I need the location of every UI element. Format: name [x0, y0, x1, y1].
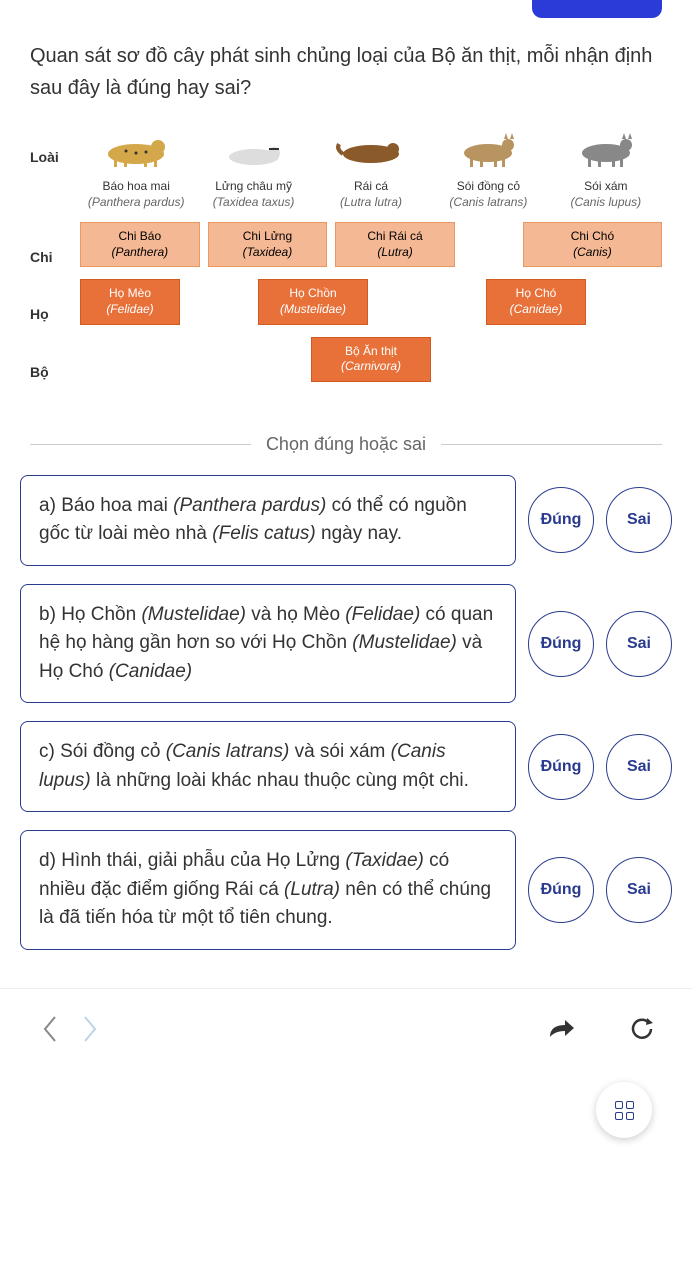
answer-row: c) Sói đồng cỏ (Canis latrans) và sói xá… — [20, 721, 672, 812]
order-box: Bộ Ăn thịt(Carnivora) — [311, 337, 431, 382]
top-bar — [0, 0, 692, 20]
grid-icon — [615, 1101, 634, 1120]
family-box: Họ Chó(Canidae) — [486, 279, 586, 324]
leopard-image — [91, 124, 181, 174]
row-label-genus: Chi — [30, 224, 80, 265]
chevron-left-icon — [40, 1014, 60, 1044]
wolf-image — [561, 124, 651, 174]
genus-box: Chi Rái cá(Lutra) — [335, 222, 455, 267]
refresh-icon — [629, 1016, 655, 1042]
species-item: Rái cá(Lutra lutra) — [315, 124, 427, 210]
species-item: Lửng châu mỹ(Taxidea taxus) — [197, 124, 309, 210]
answer-text-b: b) Họ Chồn (Mustelidae) và họ Mèo (Felid… — [20, 584, 516, 704]
true-button[interactable]: Đúng — [528, 857, 594, 923]
true-button[interactable]: Đúng — [528, 734, 594, 800]
answer-text-a: a) Báo hoa mai (Panthera pardus) có thể … — [20, 475, 516, 566]
false-button[interactable]: Sai — [606, 487, 672, 553]
top-blue-accent — [532, 0, 662, 18]
bottom-nav — [0, 988, 692, 1069]
share-button[interactable] — [542, 1009, 582, 1049]
answer-text-c: c) Sói đồng cỏ (Canis latrans) và sói xá… — [20, 721, 516, 812]
row-label-family: Họ — [30, 281, 80, 322]
chevron-right-icon — [80, 1014, 100, 1044]
true-button[interactable]: Đúng — [528, 487, 594, 553]
share-icon — [547, 1017, 577, 1041]
false-button[interactable]: Sai — [606, 857, 672, 923]
genus-box: Chi Lửng(Taxidea) — [208, 222, 328, 267]
answer-row: b) Họ Chồn (Mustelidae) và họ Mèo (Felid… — [20, 584, 672, 704]
species-row: Loài Báo hoa mai(Panthera pardus) Lửng c… — [30, 124, 662, 210]
species-item: Sói đồng cỏ(Canis latrans) — [432, 124, 544, 210]
false-button[interactable]: Sai — [606, 611, 672, 677]
answer-row: a) Báo hoa mai (Panthera pardus) có thể … — [20, 475, 672, 566]
forward-button[interactable] — [70, 1009, 110, 1049]
grid-menu-button[interactable] — [596, 1082, 652, 1138]
row-label-species: Loài — [30, 124, 80, 165]
refresh-button[interactable] — [622, 1009, 662, 1049]
family-box: Họ Chồn(Mustelidae) — [258, 279, 368, 324]
true-button[interactable]: Đúng — [528, 611, 594, 677]
row-label-order: Bộ — [30, 339, 80, 380]
genus-box: Chi Báo(Panthera) — [80, 222, 200, 267]
family-row: Họ Họ Mèo(Felidae) Họ Chồn(Mustelidae) H… — [30, 279, 662, 324]
phylogeny-diagram: Loài Báo hoa mai(Panthera pardus) Lửng c… — [0, 114, 692, 414]
separator-text: Chọn đúng hoặc sai — [251, 434, 441, 455]
back-button[interactable] — [30, 1009, 70, 1049]
answers-section: a) Báo hoa mai (Panthera pardus) có thể … — [0, 475, 692, 988]
genus-box: Chi Chó(Canis) — [523, 222, 662, 267]
separator: Chọn đúng hoặc sai — [30, 434, 662, 455]
species-item: Báo hoa mai(Panthera pardus) — [80, 124, 192, 210]
answer-row: d) Hình thái, giải phẫu của Họ Lửng (Tax… — [20, 830, 672, 950]
false-button[interactable]: Sai — [606, 734, 672, 800]
answer-text-d: d) Hình thái, giải phẫu của Họ Lửng (Tax… — [20, 830, 516, 950]
otter-image — [326, 124, 416, 174]
family-box: Họ Mèo(Felidae) — [80, 279, 180, 324]
question-text: Quan sát sơ đồ cây phát sinh chủng loại … — [0, 20, 692, 114]
badger-image — [209, 124, 299, 174]
order-row: Bộ Bộ Ăn thịt(Carnivora) — [30, 337, 662, 382]
species-item: Sói xám(Canis lupus) — [550, 124, 662, 210]
genus-row: Chi Chi Báo(Panthera) Chi Lửng(Taxidea) … — [30, 222, 662, 267]
coyote-image — [443, 124, 533, 174]
